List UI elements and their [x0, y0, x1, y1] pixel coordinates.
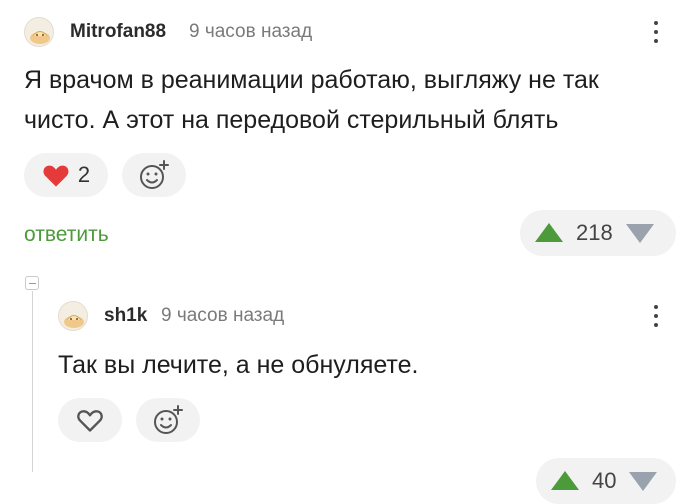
- username[interactable]: sh1k: [104, 305, 147, 327]
- comment-text: Так вы лечите, а не обнуляете.: [58, 351, 419, 379]
- timestamp: 9 часов назад: [189, 21, 313, 42]
- rating-count: 218: [576, 220, 613, 245]
- rating-box: 40: [536, 458, 676, 504]
- arrow-down-icon[interactable]: [625, 222, 655, 244]
- avatar[interactable]: [58, 301, 88, 331]
- collapse-thread-icon[interactable]: [25, 276, 39, 290]
- rating-box: 218: [520, 210, 676, 256]
- arrow-up-icon[interactable]: [534, 222, 564, 244]
- add-reaction-icon: [154, 405, 183, 434]
- heart-filled-icon: [43, 165, 69, 187]
- avatar-image: [59, 302, 87, 330]
- username[interactable]: Mitrofan88: [70, 21, 166, 43]
- comment-text-line: чисто. А этот на передовой стерильный бл…: [24, 106, 559, 134]
- thread-line: [32, 291, 33, 472]
- avatar-image: [25, 18, 53, 46]
- heart-outline-icon: [77, 410, 103, 432]
- avatar[interactable]: [24, 17, 54, 47]
- like-button[interactable]: [58, 398, 122, 442]
- comment-text: Я врачом в реанимации работаю, выгляжу н…: [24, 60, 684, 140]
- like-button[interactable]: 2: [24, 153, 108, 197]
- like-count: 2: [77, 162, 91, 187]
- timestamp: 9 часов назад: [161, 305, 285, 326]
- comment-text-line: Я врачом в реанимации работаю, выгляжу н…: [24, 66, 599, 94]
- add-reaction-icon: [140, 160, 169, 189]
- more-vertical-icon[interactable]: [651, 21, 661, 43]
- add-reaction-button[interactable]: [136, 398, 200, 442]
- arrow-up-icon[interactable]: [550, 470, 580, 492]
- add-reaction-button[interactable]: [122, 153, 186, 197]
- reply-link[interactable]: ответить: [24, 223, 109, 247]
- more-vertical-icon[interactable]: [651, 305, 661, 327]
- arrow-down-icon[interactable]: [628, 470, 658, 492]
